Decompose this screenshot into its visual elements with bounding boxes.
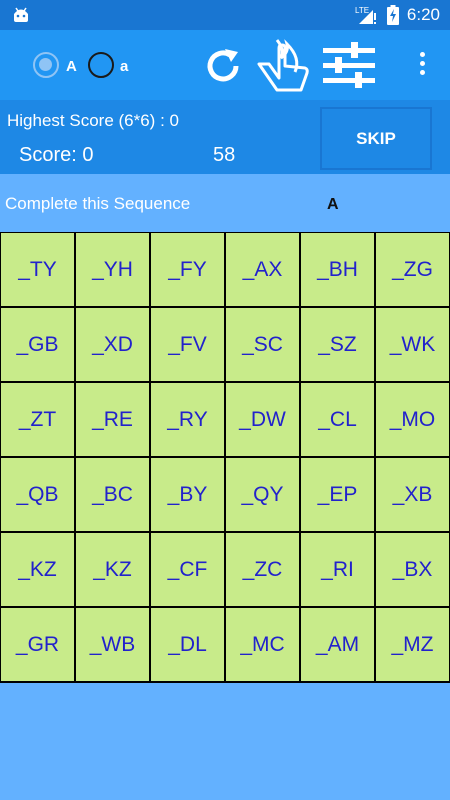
radio-lowercase[interactable]: [88, 52, 114, 78]
grid-cell[interactable]: _GB: [1, 308, 76, 383]
radio-lowercase-label[interactable]: a: [120, 58, 128, 75]
grid-cell[interactable]: _RE: [76, 383, 151, 458]
grid-cell[interactable]: _BH: [301, 233, 376, 308]
grid-cell[interactable]: _RI: [301, 533, 376, 608]
grid-cell[interactable]: _RY: [151, 383, 226, 458]
grid-cell[interactable]: _ZC: [226, 533, 301, 608]
grid-cell[interactable]: _SC: [226, 308, 301, 383]
grid-cell[interactable]: _XB: [376, 458, 450, 533]
fire-hand-icon[interactable]: [255, 38, 311, 94]
radio-uppercase[interactable]: [33, 52, 59, 78]
letter-grid: _TY _YH _FY _AX _BH _ZG _GB _XD _FV _SC …: [0, 232, 450, 683]
grid-cell[interactable]: _EP: [301, 458, 376, 533]
grid-cell[interactable]: _CF: [151, 533, 226, 608]
grid-cell[interactable]: _FY: [151, 233, 226, 308]
grid-cell[interactable]: _SZ: [301, 308, 376, 383]
grid-cell[interactable]: _AX: [226, 233, 301, 308]
grid-cell[interactable]: _BY: [151, 458, 226, 533]
toolbar: A a: [0, 30, 450, 100]
grid-cell[interactable]: _MO: [376, 383, 450, 458]
grid-cell[interactable]: _DL: [151, 608, 226, 683]
skip-button[interactable]: SKIP: [320, 107, 432, 170]
sequence-label: Complete this Sequence: [5, 194, 191, 213]
grid-cell[interactable]: _ZG: [376, 233, 450, 308]
grid-cell[interactable]: _MZ: [376, 608, 450, 683]
sequence-prompt: Complete this Sequence A: [0, 182, 450, 226]
countdown-timer: 58: [213, 144, 236, 166]
status-bar: LTE 6:20: [0, 0, 450, 30]
radio-uppercase-label[interactable]: A: [66, 58, 77, 75]
grid-cell[interactable]: _BC: [76, 458, 151, 533]
grid-cell[interactable]: _QB: [1, 458, 76, 533]
grid-cell[interactable]: _WK: [376, 308, 450, 383]
current-score: Score: 0: [19, 144, 94, 166]
grid-cell[interactable]: _KZ: [76, 533, 151, 608]
svg-text:LTE: LTE: [355, 6, 369, 15]
battery-icon: [386, 5, 399, 25]
grid-cell[interactable]: _GR: [1, 608, 76, 683]
grid-cell[interactable]: _MC: [226, 608, 301, 683]
refresh-icon[interactable]: [205, 48, 243, 84]
grid-cell[interactable]: _TY: [1, 233, 76, 308]
grid-cell[interactable]: _CL: [301, 383, 376, 458]
grid-cell[interactable]: _YH: [76, 233, 151, 308]
grid-cell[interactable]: _XD: [76, 308, 151, 383]
signal-icon: LTE: [355, 6, 376, 24]
android-debug-icon: [14, 7, 28, 22]
grid-cell[interactable]: _KZ: [1, 533, 76, 608]
grid-cell[interactable]: _DW: [226, 383, 301, 458]
grid-cell[interactable]: _AM: [301, 608, 376, 683]
grid-cell[interactable]: _WB: [76, 608, 151, 683]
grid-cell[interactable]: _BX: [376, 533, 450, 608]
grid-cell[interactable]: _ZT: [1, 383, 76, 458]
overflow-menu-icon[interactable]: [416, 52, 428, 80]
grid-cell[interactable]: _QY: [226, 458, 301, 533]
grid-cell[interactable]: _FV: [151, 308, 226, 383]
highest-score: Highest Score (6*6) : 0: [7, 111, 179, 130]
settings-sliders-icon[interactable]: [323, 42, 375, 88]
clock: 6:20: [406, 5, 440, 24]
sequence-target: A: [327, 196, 339, 213]
